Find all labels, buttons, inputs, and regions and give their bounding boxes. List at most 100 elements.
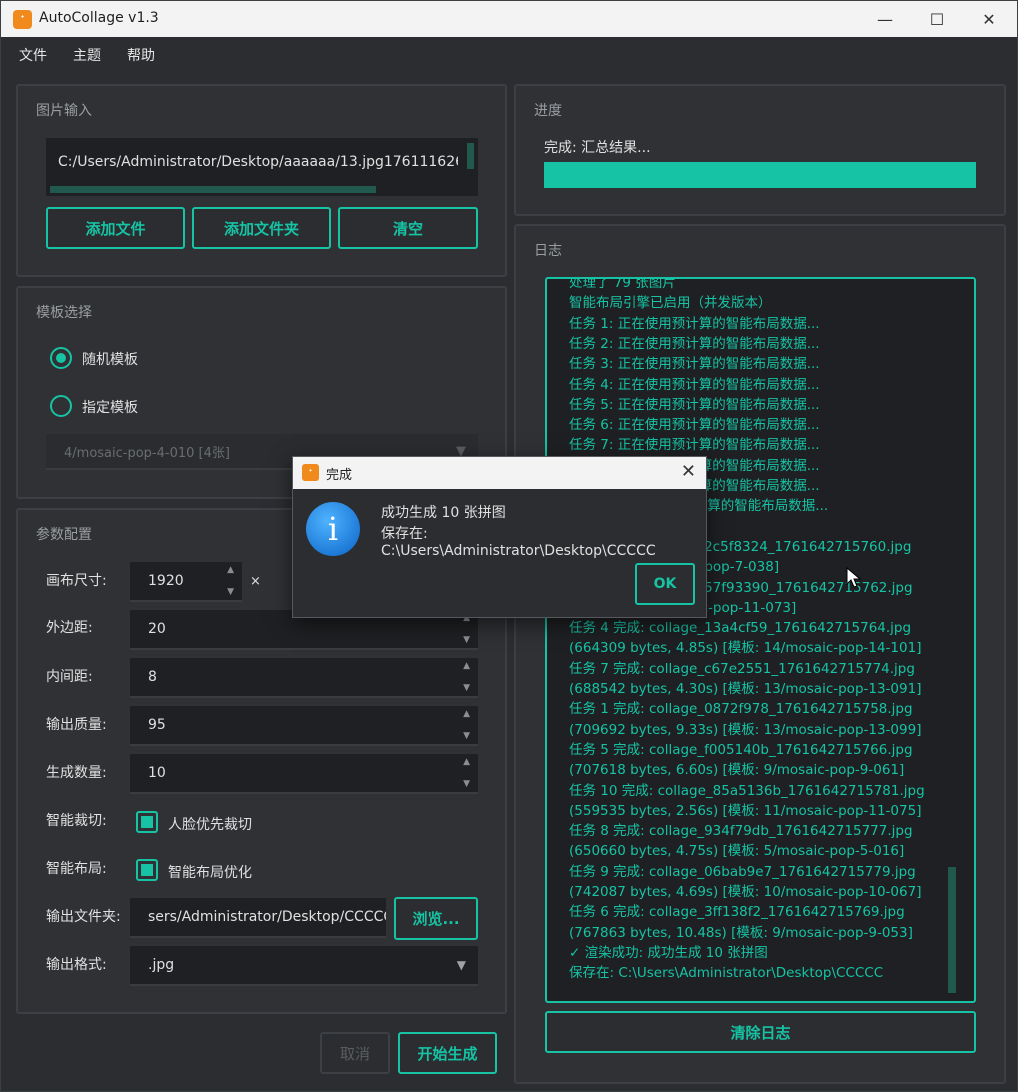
log-line: 任务 6: 正在使用预计算的智能布局数据... — [569, 417, 820, 434]
face-crop-checkbox[interactable] — [136, 811, 158, 833]
dialog-close-icon[interactable]: ✕ — [681, 461, 696, 482]
progress-fill — [544, 162, 976, 188]
times-symbol: × — [250, 574, 261, 589]
mouse-cursor-icon — [846, 567, 862, 588]
margin-value: 20 — [148, 621, 166, 637]
log-line: 任务 1: 正在使用预计算的智能布局数据... — [569, 315, 820, 332]
progress-panel: 进度 完成: 汇总结果... — [514, 84, 1006, 216]
vertical-scrollbar[interactable] — [467, 143, 474, 169]
spin-down-icon[interactable]: ▼ — [463, 779, 470, 789]
layout-optimize-option: 智能布局优化 — [168, 865, 252, 881]
log-line: (559535 bytes, 2.56s) [模板: 11/mosaic-pop… — [569, 802, 922, 819]
log-line: (707618 bytes, 6.60s) [模板: 9/mosaic-pop-… — [569, 762, 905, 779]
dialog-title: 完成 — [326, 468, 353, 483]
log-line: 任务 10 完成: collage_85a5136b_1761642715781… — [569, 782, 925, 799]
dialog-message-line1: 成功生成 10 张拼图 — [381, 505, 506, 521]
clear-button[interactable]: 清空 — [338, 207, 478, 249]
image-input-panel: 图片输入 C:/Users/Administrator/Desktop/aaaa… — [16, 84, 507, 277]
minimize-button[interactable]: — — [859, 1, 911, 37]
smart-layout-label: 智能布局: — [46, 861, 107, 877]
dialog-title-bar: ᐩ 完成 ✕ — [293, 457, 706, 489]
output-format-label: 输出格式: — [46, 957, 107, 973]
ok-button[interactable]: OK — [635, 563, 695, 605]
horizontal-scrollbar[interactable] — [50, 186, 376, 193]
file-list-item[interactable]: C:/Users/Administrator/Desktop/aaaaaa/13… — [58, 154, 458, 170]
panel-title: 模板选择 — [36, 305, 92, 321]
count-input[interactable]: 10 ▲ ▼ — [130, 754, 478, 794]
add-folder-button[interactable]: 添加文件夹 — [192, 207, 331, 249]
face-crop-option: 人脸优先裁切 — [168, 817, 252, 833]
log-line: 任务 2: 正在使用预计算的智能布局数据... — [569, 335, 820, 352]
random-template-radio[interactable] — [50, 347, 72, 369]
log-line: (688542 bytes, 4.30s) [模板: 13/mosaic-pop… — [569, 681, 922, 697]
log-line: (709692 bytes, 9.33s) [模板: 13/mosaic-pop… — [569, 721, 922, 738]
quality-input[interactable]: 95 ▲ ▼ — [130, 706, 478, 746]
template-select-value: 4/mosaic-pop-4-010 [4张] — [64, 445, 230, 461]
spacing-input[interactable]: 8 ▲ ▼ — [130, 658, 478, 698]
log-line: ✓ 渲染成功: 成功生成 10 张拼图 — [569, 944, 768, 961]
progress-status: 完成: 汇总结果... — [544, 140, 651, 156]
log-line: 任务 8 完成: collage_934f79db_1761642715777.… — [569, 823, 913, 840]
log-line: 保存在: C:\Users\Administrator\Desktop\CCCC… — [569, 965, 884, 982]
app-window: ᐩ AutoCollage v1.3 — ☐ ✕ 文件 主题 帮助 图片输入 C… — [0, 0, 1018, 1092]
log-line: 任务 7 完成: collage_c67e2551_1761642715774.… — [569, 660, 915, 677]
quality-value: 95 — [148, 717, 166, 733]
count-value: 10 — [148, 765, 166, 781]
log-line: 任务 4 完成: collage_13a4cf59_1761642715764.… — [569, 620, 912, 637]
log-line: 任务 7: 正在使用预计算的智能布局数据... — [569, 437, 820, 454]
panel-title: 参数配置 — [36, 527, 92, 543]
log-line: 任务 4: 正在使用预计算的智能布局数据... — [569, 376, 820, 393]
canvas-size-input[interactable]: 1920 ▲ ▼ — [130, 562, 242, 602]
log-line: 任务 3: 正在使用预计算的智能布局数据... — [569, 356, 820, 373]
log-line: (742087 bytes, 4.69s) [模板: 10/mosaic-pop… — [569, 884, 922, 900]
spin-down-icon[interactable]: ▼ — [227, 587, 234, 597]
log-line: 智能布局引擎已启用（并发版本） — [569, 295, 772, 312]
margin-label: 外边距: — [46, 620, 93, 636]
clear-log-button[interactable]: 清除日志 — [545, 1011, 976, 1053]
spin-down-icon[interactable]: ▼ — [463, 731, 470, 741]
progress-bar — [544, 162, 976, 188]
smart-crop-label: 智能裁切: — [46, 813, 107, 829]
app-logo-icon: ᐩ — [13, 10, 32, 29]
log-line: 任务 5: 正在使用预计算的智能布局数据... — [569, 396, 820, 413]
specified-template-label: 指定模板 — [82, 400, 138, 416]
specified-template-radio[interactable] — [50, 395, 72, 417]
panel-title: 图片输入 — [36, 103, 92, 119]
browse-button[interactable]: 浏览... — [394, 897, 478, 940]
title-bar: ᐩ AutoCollage v1.3 — ☐ ✕ — [1, 1, 1017, 37]
spin-down-icon[interactable]: ▼ — [463, 683, 470, 693]
spin-up-icon[interactable]: ▲ — [463, 709, 470, 719]
completion-dialog: ᐩ 完成 ✕ i 成功生成 10 张拼图 保存在: C:\Users\Admin… — [292, 456, 707, 618]
random-template-label: 随机模板 — [82, 352, 138, 368]
layout-optimize-checkbox[interactable] — [136, 859, 158, 881]
spin-down-icon[interactable]: ▼ — [463, 635, 470, 645]
log-line: (664309 bytes, 4.85s) [模板: 14/mosaic-pop… — [569, 640, 922, 657]
info-icon: i — [306, 502, 360, 556]
spin-up-icon[interactable]: ▲ — [227, 565, 234, 575]
menu-file[interactable]: 文件 — [19, 45, 47, 65]
close-button[interactable]: ✕ — [963, 1, 1015, 37]
output-format-select[interactable]: .jpg ▼ — [130, 946, 478, 986]
start-generate-button[interactable]: 开始生成 — [398, 1032, 497, 1074]
add-file-button[interactable]: 添加文件 — [46, 207, 185, 249]
log-scrollbar[interactable] — [948, 867, 956, 993]
file-list[interactable]: C:/Users/Administrator/Desktop/aaaaaa/13… — [46, 138, 478, 196]
spacing-label: 内间距: — [46, 669, 93, 685]
log-line: (650660 bytes, 4.75s) [模板: 5/mosaic-pop-… — [569, 843, 905, 860]
canvas-size-label: 画布尺寸: — [46, 573, 107, 589]
dialog-message-line2: 保存在: C:\Users\Administrator\Desktop\CCCC… — [381, 526, 656, 559]
menu-theme[interactable]: 主题 — [73, 45, 101, 65]
output-folder-input[interactable]: sers/Administrator/Desktop/CCCCC — [130, 898, 386, 938]
spin-up-icon[interactable]: ▲ — [463, 661, 470, 671]
log-line: 任务 9 完成: collage_06bab9e7_1761642715779.… — [569, 863, 916, 880]
menu-help[interactable]: 帮助 — [127, 45, 155, 65]
log-output[interactable]: 处理了 79 张图片 智能布局引擎已启用（并发版本） 任务 1: 正在使用预计算的智… — [545, 277, 976, 1003]
output-format-value: .jpg — [148, 957, 175, 973]
spin-up-icon[interactable]: ▲ — [463, 757, 470, 767]
log-line: (767863 bytes, 10.48s) [模板: 9/mosaic-pop… — [569, 924, 913, 941]
cancel-button[interactable]: 取消 — [320, 1032, 390, 1074]
spacing-value: 8 — [148, 669, 157, 685]
output-folder-label: 输出文件夹: — [46, 909, 121, 925]
maximize-button[interactable]: ☐ — [911, 1, 963, 37]
count-label: 生成数量: — [46, 765, 107, 781]
